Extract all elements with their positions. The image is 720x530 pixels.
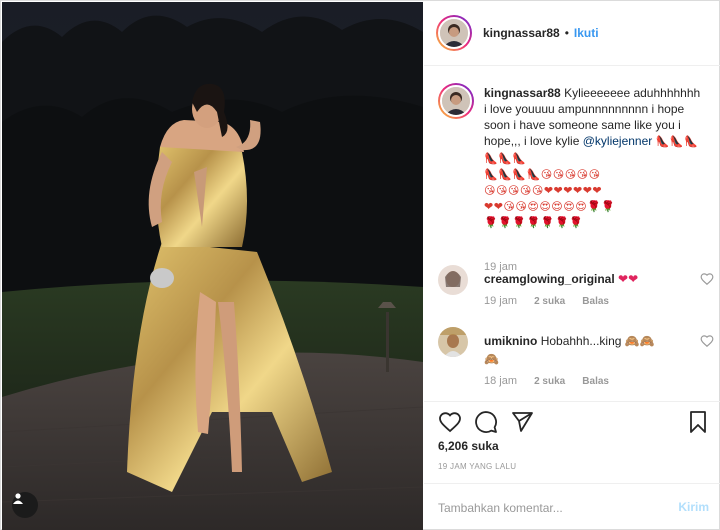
comment-text-extra: 🙈 bbox=[484, 352, 499, 366]
comment-timestamp: 19 jam bbox=[484, 295, 518, 307]
comment-like-heart-icon[interactable] bbox=[700, 272, 714, 286]
commenter-avatar[interactable] bbox=[438, 265, 468, 295]
author-avatar[interactable] bbox=[436, 15, 472, 51]
share-icon[interactable] bbox=[510, 410, 534, 434]
comment-body: creamglowing_original ❤❤ bbox=[484, 270, 684, 288]
post-modal: kingnassar88 • Ikuti kingnassar88 Kyliee… bbox=[0, 0, 720, 530]
comment-username[interactable]: umiknino bbox=[484, 334, 537, 348]
comment-reply-button[interactable]: Balas bbox=[582, 296, 609, 307]
caption-emoji-row: 🌹🌹🌹🌹🌹🌹🌹 bbox=[484, 216, 584, 229]
comment-like-heart-icon[interactable] bbox=[700, 334, 714, 348]
bookmark-icon[interactable] bbox=[686, 410, 710, 434]
post-side-panel: kingnassar88 • Ikuti kingnassar88 Kyliee… bbox=[424, 1, 720, 530]
send-comment-button[interactable]: Kirim bbox=[678, 500, 709, 514]
post-photo[interactable] bbox=[2, 2, 423, 530]
heart-icon[interactable] bbox=[438, 410, 462, 434]
comment-composer: Kirim bbox=[424, 483, 720, 530]
post-actions-bar bbox=[424, 401, 720, 441]
comments-section[interactable]: kingnassar88 Kylieeeeeee aduhhhhhhh i lo… bbox=[424, 67, 720, 401]
caption-author-avatar[interactable] bbox=[438, 83, 474, 119]
comment-icon[interactable] bbox=[474, 410, 498, 434]
comment-body: umiknino Hobahhh...king 🙈🙈 🙈 bbox=[484, 332, 684, 368]
caption-mention-link[interactable]: @kyliejenner bbox=[583, 134, 653, 148]
comment-meta: 18 jam 2 suka Balas bbox=[484, 375, 623, 387]
follow-button[interactable]: Ikuti bbox=[574, 26, 599, 40]
post-header: kingnassar88 • Ikuti bbox=[424, 1, 720, 66]
comment-text: ❤❤ bbox=[618, 272, 639, 286]
caption-emoji-row: 👠👠👠👠😘😘😘😘😘 bbox=[484, 168, 601, 181]
comment-text: Hobahhh...king 🙈🙈 bbox=[540, 334, 655, 348]
comment-input[interactable] bbox=[438, 498, 658, 518]
like-count[interactable]: 6,206 suka bbox=[438, 439, 499, 453]
comment-username[interactable]: creamglowing_original bbox=[484, 272, 615, 286]
caption-username[interactable]: kingnassar88 bbox=[484, 86, 561, 100]
caption-text-block: kingnassar88 Kylieeeeeee aduhhhhhhh i lo… bbox=[484, 85, 706, 231]
comment-timestamp: 18 jam bbox=[484, 375, 518, 387]
author-username[interactable]: kingnassar88 bbox=[483, 26, 560, 40]
commenter-avatar[interactable] bbox=[438, 327, 468, 357]
header-separator: • bbox=[564, 26, 569, 40]
comment-meta: 19 jam 2 suka Balas bbox=[484, 295, 623, 307]
comment-like-count[interactable]: 2 suka bbox=[534, 296, 565, 307]
comment-reply-button[interactable]: Balas bbox=[582, 376, 609, 387]
photo-scene-illustration bbox=[2, 15, 423, 530]
comment-like-count[interactable]: 2 suka bbox=[534, 376, 565, 387]
post-timestamp: 19 JAM YANG LALU bbox=[438, 462, 517, 471]
caption-emoji-row: 😘😘😘😘😘❤❤❤❤❤❤ bbox=[484, 184, 603, 197]
caption-emoji-row: ❤❤😘😘😍😍😍😍😍🌹🌹 bbox=[484, 200, 616, 213]
tagged-users-icon[interactable] bbox=[12, 492, 38, 518]
